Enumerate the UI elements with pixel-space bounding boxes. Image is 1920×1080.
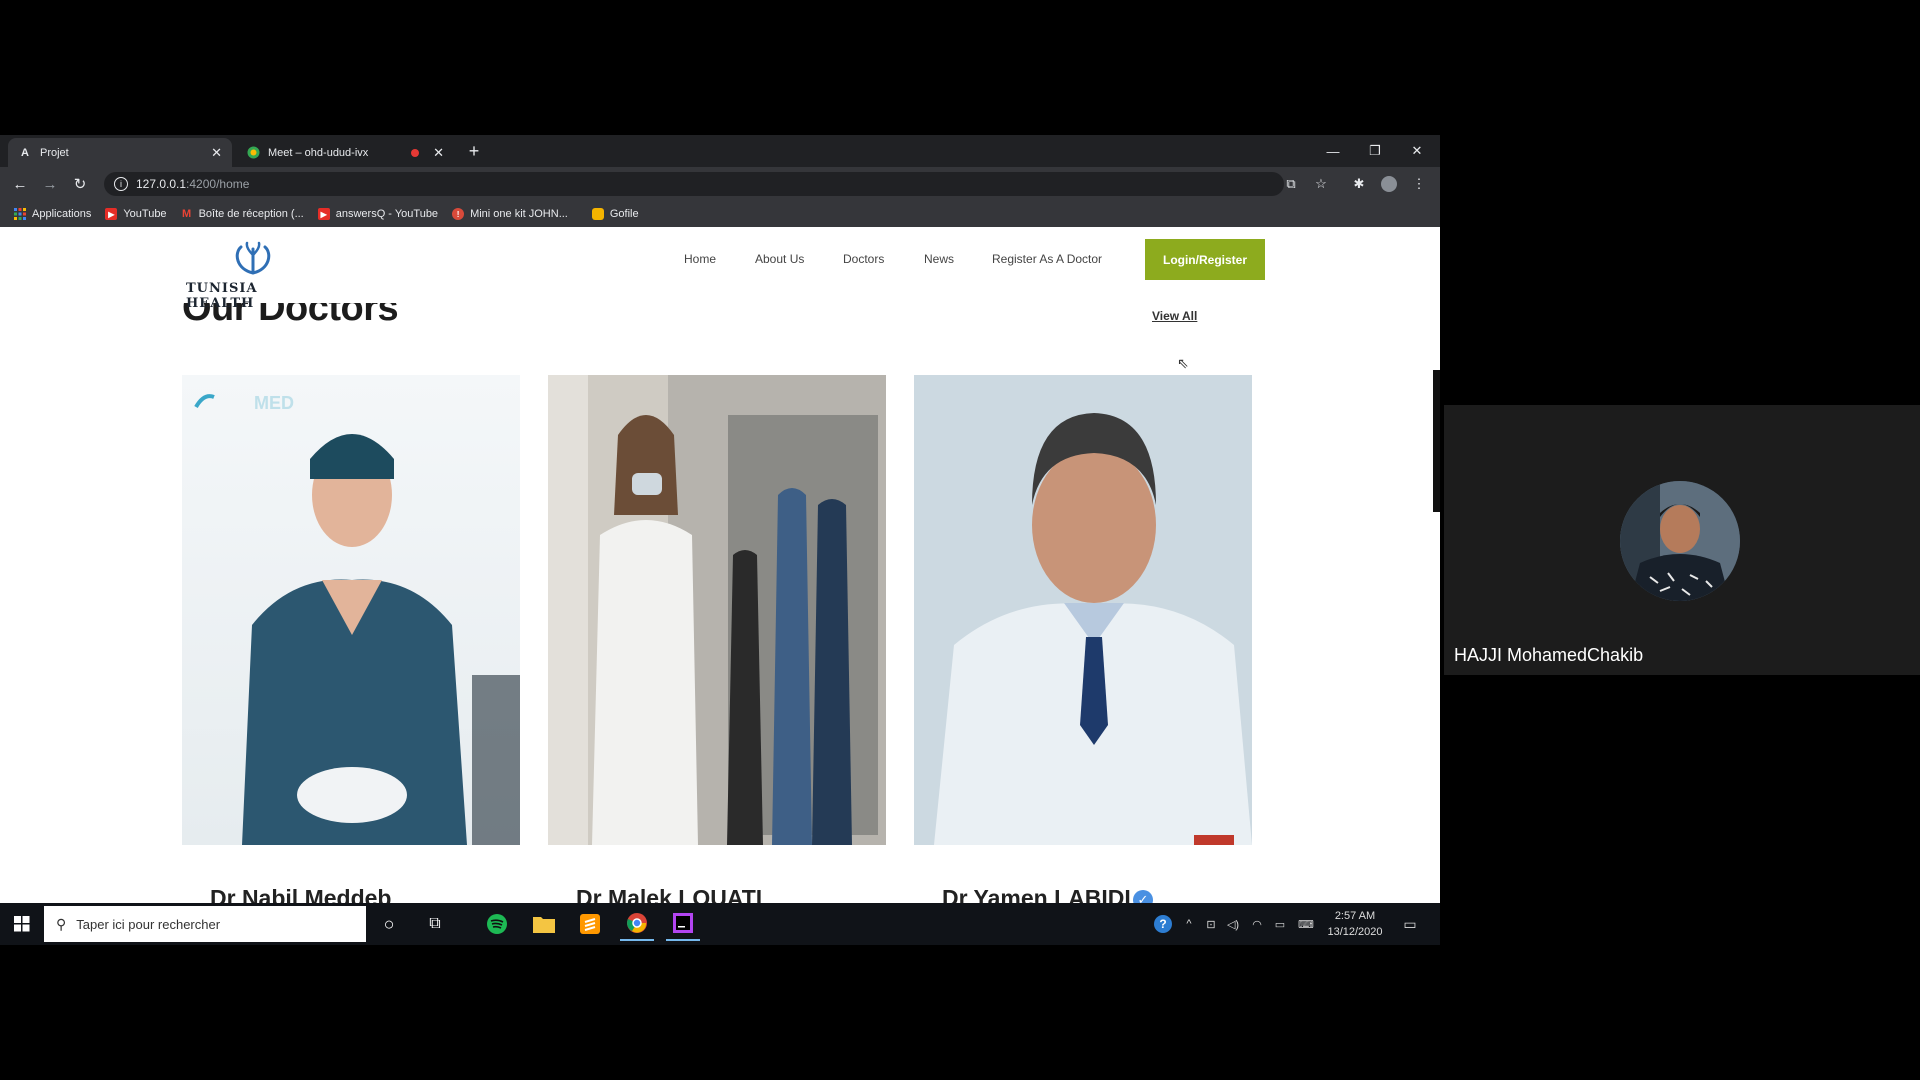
network-icon[interactable]: ⊡ xyxy=(1202,903,1220,945)
phpstorm-icon[interactable] xyxy=(666,907,700,941)
notifications-icon[interactable]: ▭ xyxy=(1398,903,1422,945)
bookmark-label: Gofile xyxy=(609,208,639,220)
browser-toolbar: ← → ↻ i 127.0.0.1:4200/home ⧉ ☆ ✱ ⋮ xyxy=(0,167,1440,201)
clock-date: 13/12/2020 xyxy=(1327,926,1383,938)
search-placeholder: Taper ici pour rechercher xyxy=(76,916,221,932)
site-info-icon[interactable]: i xyxy=(114,177,128,191)
bookmark-label: YouTube xyxy=(123,208,167,220)
site-logo[interactable]: TUNISIA HEALTH xyxy=(186,241,320,311)
bookmark-label: Mini one kit JOHN... xyxy=(470,208,568,220)
minimize-icon[interactable]: — xyxy=(1312,135,1354,167)
extensions-icon[interactable]: ✱ xyxy=(1346,167,1372,201)
bookmark-label: Boîte de réception (... xyxy=(198,208,304,220)
doctor-card-photo[interactable] xyxy=(548,375,886,845)
search-icon: ⚲ xyxy=(56,915,67,932)
taskbar-search-box[interactable]: ⚲ Taper ici pour rechercher xyxy=(44,906,366,942)
angular-icon: A xyxy=(21,146,29,159)
bookmark-answersq[interactable]: ▶ answersQ - YouTube xyxy=(317,208,439,220)
tab-projet[interactable]: A Projet ✕ xyxy=(8,138,232,167)
chrome-icon[interactable] xyxy=(620,907,654,941)
logo-text: TUNISIA HEALTH xyxy=(186,281,258,311)
cortana-icon[interactable]: ○ xyxy=(372,907,406,941)
doctor-photo xyxy=(182,375,520,845)
doctor-photo xyxy=(548,375,886,845)
bookmark-youtube[interactable]: ▶ YouTube xyxy=(105,208,167,220)
doctor-photo xyxy=(914,375,1252,845)
nav-doctors[interactable]: Doctors xyxy=(843,252,884,266)
reload-icon[interactable]: ↻ xyxy=(66,167,94,201)
bookmark-label: answersQ - YouTube xyxy=(335,208,439,220)
profile-avatar-icon[interactable] xyxy=(1376,167,1402,201)
wifi-icon[interactable]: ◠ xyxy=(1248,903,1266,945)
bookmark-label: Applications xyxy=(32,208,92,220)
web-page: Our Doctors View All ⇖ TUNISIA HEALTH Ho… xyxy=(0,227,1440,903)
gofile-icon xyxy=(591,208,604,220)
bookmark-gmail[interactable]: M Boîte de réception (... xyxy=(181,208,304,220)
back-icon[interactable]: ← xyxy=(6,167,34,201)
participant-name: HAJJI MohamedChakib xyxy=(1454,645,1644,665)
task-view-icon[interactable]: ⧉ xyxy=(418,907,452,941)
new-tab-icon[interactable]: + xyxy=(456,135,492,167)
menu-icon[interactable]: ⋮ xyxy=(1406,167,1432,201)
help-icon[interactable]: ? xyxy=(1152,903,1174,945)
bookmark-gofile[interactable]: Gofile xyxy=(591,208,639,220)
nav-home[interactable]: Home xyxy=(684,252,716,266)
verified-badge-icon: ✓ xyxy=(1133,890,1153,903)
doctor-name[interactable]: Dr Yamen LABIDI xyxy=(942,885,1131,903)
mouse-cursor-icon: ⇖ xyxy=(1177,355,1189,371)
nav-news[interactable]: News xyxy=(924,252,954,266)
keyboard-icon[interactable]: ⌨ xyxy=(1294,903,1318,945)
participant-tile: HAJJI MohamedChakib xyxy=(1444,405,1920,675)
doctor-name[interactable]: Dr Nabil Meddeb xyxy=(210,885,391,903)
watermark-text: MED xyxy=(254,393,294,413)
gmail-icon: M xyxy=(181,208,192,220)
view-all-link[interactable]: View All xyxy=(1152,309,1197,323)
tab-meet[interactable]: Meet – ohd-udud-ivx ✕ xyxy=(236,138,454,167)
login-register-button[interactable]: Login/Register xyxy=(1145,239,1265,280)
tab-title: Meet – ohd-udud-ivx xyxy=(268,146,369,159)
translate-icon[interactable]: ⧉ xyxy=(1278,167,1304,201)
nav-about-us[interactable]: About Us xyxy=(755,252,804,266)
site-header: TUNISIA HEALTH Home About Us Doctors New… xyxy=(0,227,1440,311)
close-window-icon[interactable]: ✕ xyxy=(1396,135,1438,167)
bookmark-icon: ! xyxy=(452,208,465,220)
apps-icon xyxy=(14,208,26,220)
recording-icon xyxy=(411,148,420,157)
shared-screen: A Projet ✕ Meet – ohd-udud-ivx ✕ + — ❐ ✕… xyxy=(0,135,1440,945)
spotify-icon[interactable] xyxy=(480,907,514,941)
meet-icon xyxy=(246,146,260,160)
bookmark-mini-one-kit[interactable]: ! Mini one kit JOHN... xyxy=(452,208,568,220)
logo-mark-icon xyxy=(235,241,271,275)
restore-icon[interactable]: ❐ xyxy=(1354,135,1396,167)
doctor-card-photo[interactable] xyxy=(914,375,1252,845)
nav-register-doctor[interactable]: Register As A Doctor xyxy=(992,252,1102,266)
tab-title: Projet xyxy=(40,146,69,159)
close-tab-icon[interactable]: ✕ xyxy=(211,145,222,161)
sublime-text-icon[interactable] xyxy=(573,907,607,941)
participant-avatar xyxy=(1620,481,1740,601)
forward-icon[interactable]: → xyxy=(36,167,64,201)
show-hidden-icons[interactable]: ^ xyxy=(1180,903,1198,945)
close-tab-icon[interactable]: ✕ xyxy=(433,145,444,161)
browser-tab-strip: A Projet ✕ Meet – ohd-udud-ivx ✕ + — ❐ ✕ xyxy=(0,135,1440,167)
youtube-icon: ▶ xyxy=(317,208,330,220)
doctor-card-photo[interactable]: MED xyxy=(182,375,520,845)
volume-icon[interactable]: ◁) xyxy=(1224,903,1242,945)
windows-taskbar: ⚲ Taper ici pour rechercher ○ ⧉ ? ^ ⊡ ◁)… xyxy=(0,903,1440,945)
battery-icon[interactable]: ▭ xyxy=(1270,903,1290,945)
clock-time: 2:57 AM xyxy=(1334,910,1376,922)
scrollbar-thumb[interactable] xyxy=(1433,370,1440,512)
windows-start-icon[interactable] xyxy=(5,907,39,941)
taskbar-clock[interactable]: 2:57 AM 13/12/2020 xyxy=(1322,903,1388,945)
bookmarks-bar: Applications ▶ YouTube M Boîte de récept… xyxy=(0,201,1440,227)
doctor-name[interactable]: Dr Malek LOUATI xyxy=(576,885,762,903)
url-path: :4200/home xyxy=(186,177,250,191)
youtube-icon: ▶ xyxy=(105,208,118,220)
url-host: 127.0.0.1 xyxy=(136,177,187,191)
address-bar[interactable]: i 127.0.0.1:4200/home xyxy=(104,172,1284,196)
bookmark-star-icon[interactable]: ☆ xyxy=(1308,167,1334,201)
bookmark-applications[interactable]: Applications xyxy=(14,208,91,220)
file-explorer-icon[interactable] xyxy=(527,907,561,941)
